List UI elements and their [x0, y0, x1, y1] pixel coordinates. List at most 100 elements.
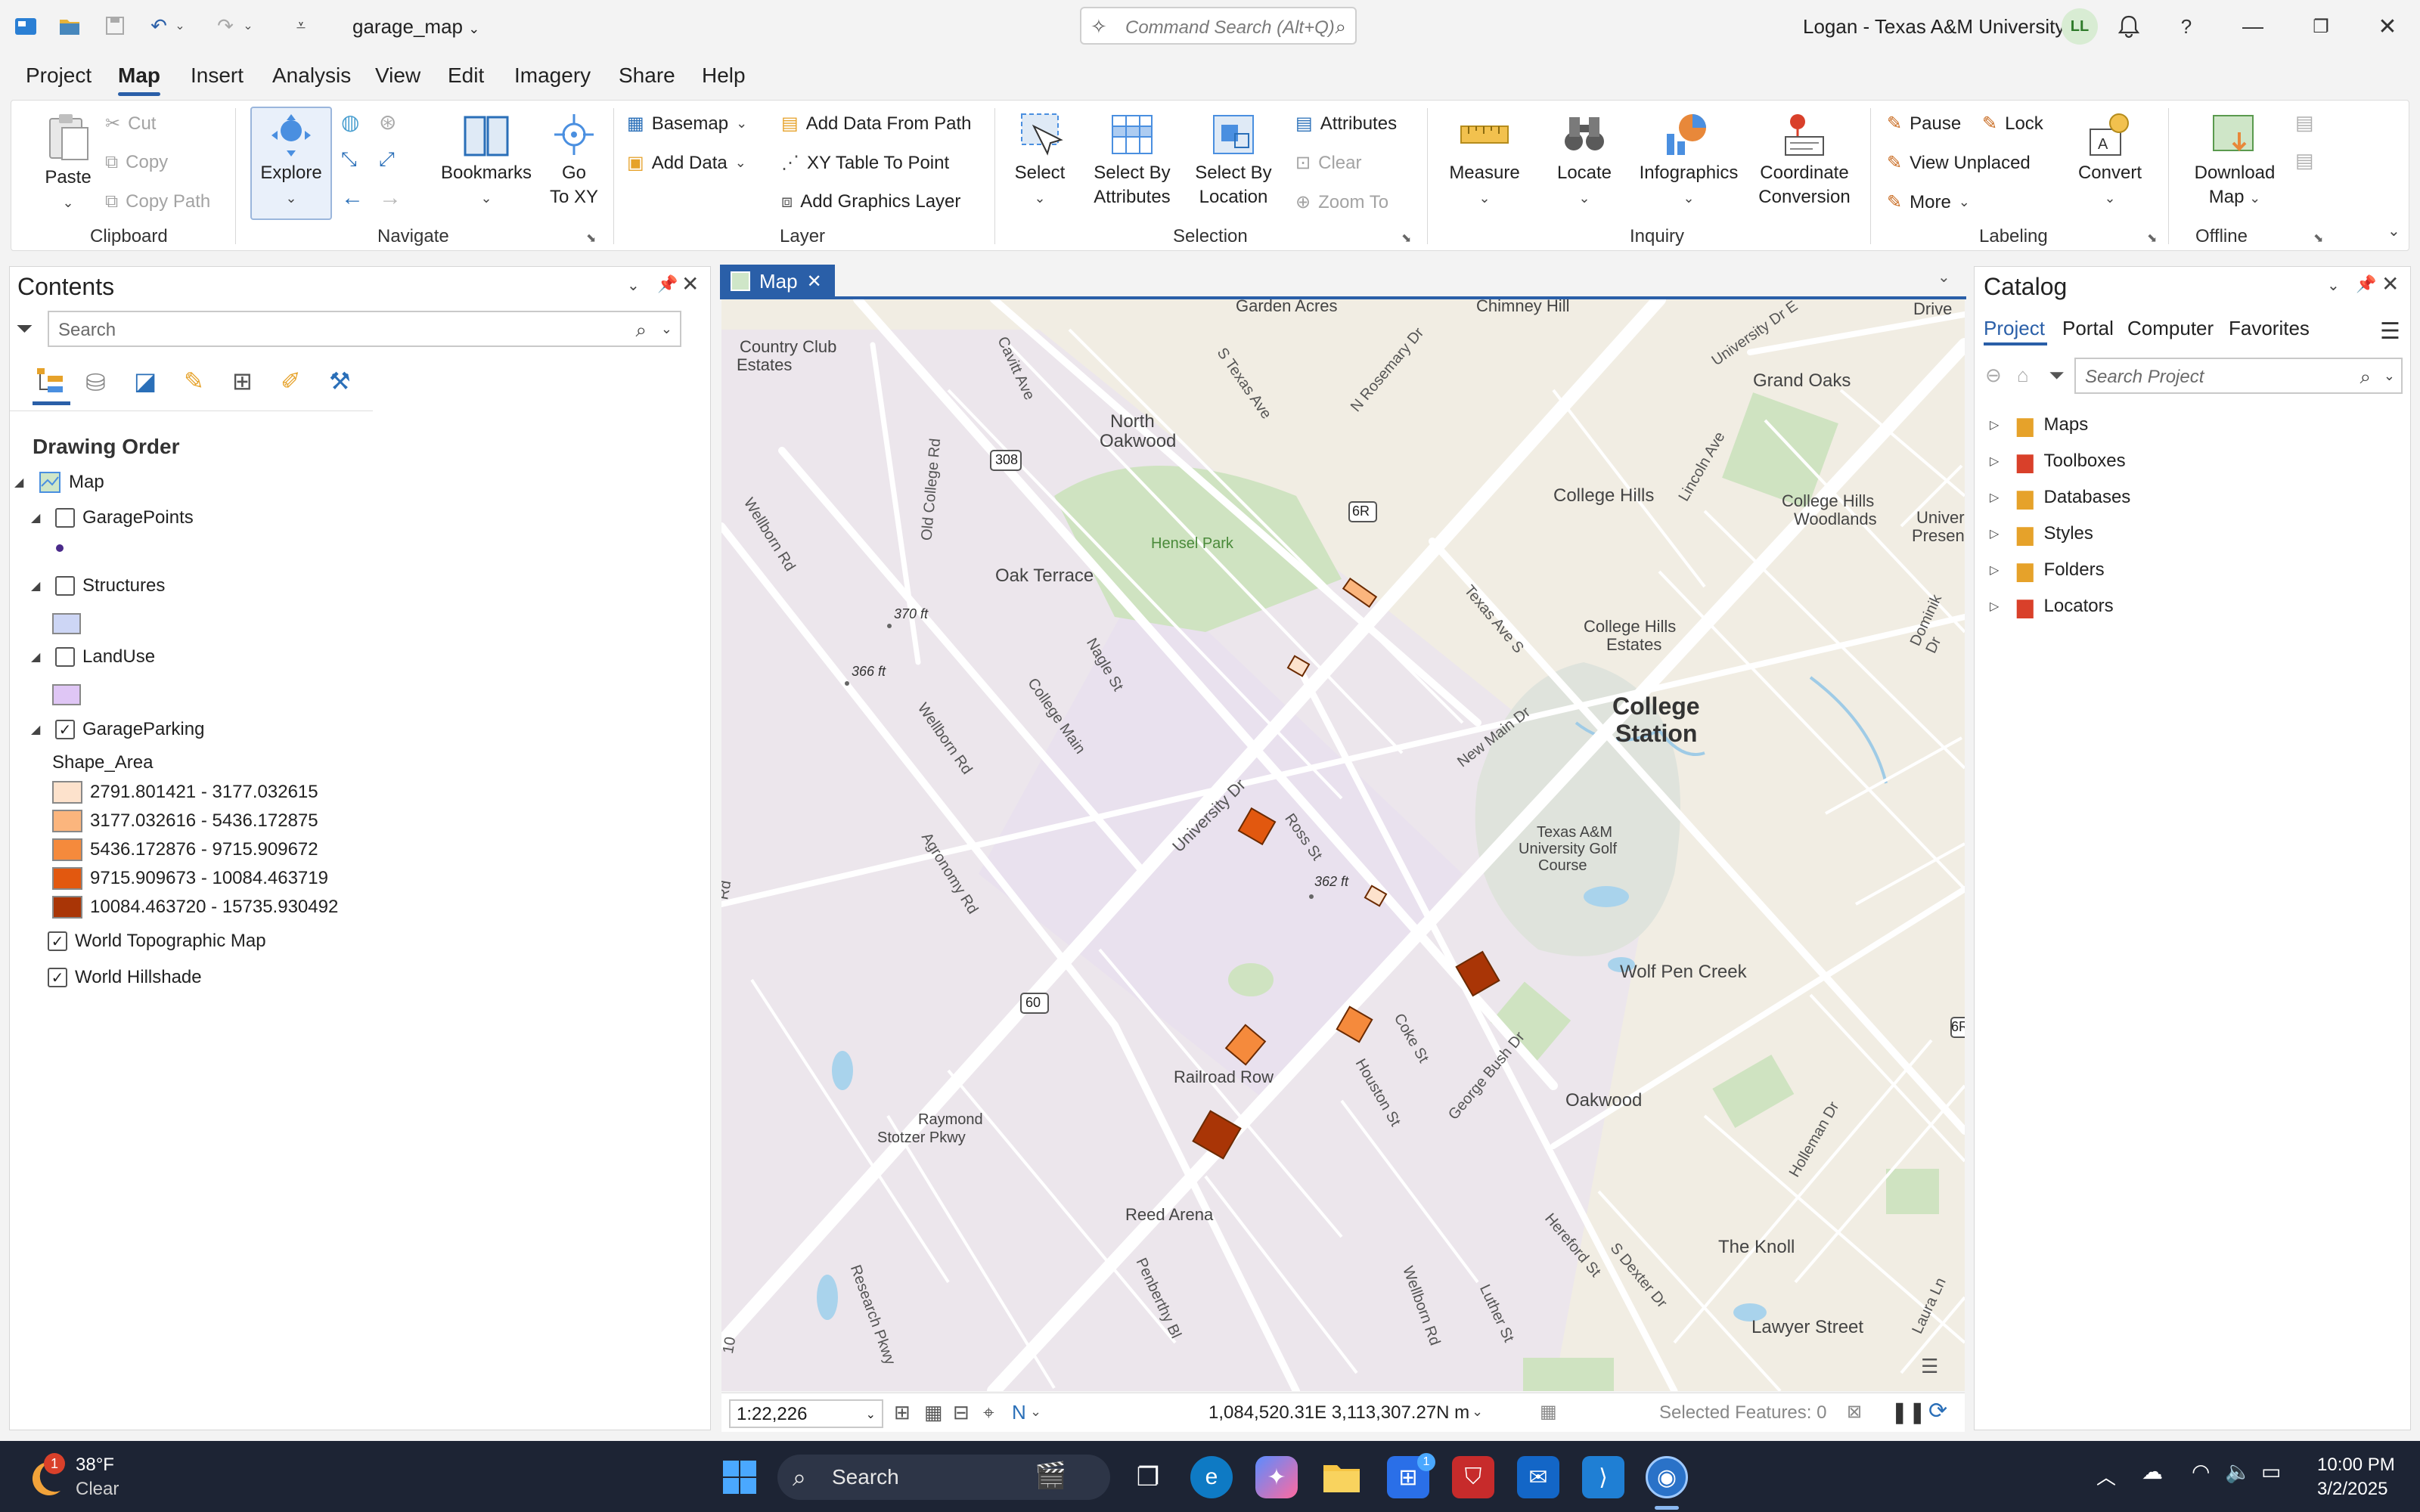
north-dropdown-icon[interactable]: ⌄	[1030, 1404, 1041, 1420]
tab-edit[interactable]: Edit	[448, 64, 484, 88]
measure-grid-icon[interactable]: ⊟	[953, 1401, 970, 1424]
north-arrow-icon[interactable]: N	[1012, 1401, 1026, 1424]
zoom-in-fixed-icon[interactable]: ⤡	[341, 147, 357, 172]
volume-icon[interactable]: 🔈	[2225, 1459, 2251, 1484]
list-by-snapping-icon[interactable]: ⊞	[232, 367, 253, 395]
expand-icon[interactable]: ▷	[1990, 562, 2006, 578]
catalog-tab-favorites[interactable]: Favorites	[2229, 317, 2310, 340]
close-tab-icon[interactable]: ✕	[807, 271, 822, 293]
list-by-editing-icon[interactable]: ✎	[184, 367, 204, 395]
restore-icon[interactable]: ❐	[2304, 9, 2338, 44]
expand-icon[interactable]: ▷	[1990, 490, 2006, 505]
undo-dropdown-icon[interactable]: ⌄	[172, 11, 188, 41]
expand-icon[interactable]: ◢	[31, 510, 48, 525]
selection-launcher-icon[interactable]: ⬊	[1401, 231, 1411, 246]
download-map-button[interactable]: Download Map ⌄	[2182, 111, 2288, 210]
select-by-location-button[interactable]: Select By Location	[1188, 111, 1279, 209]
copy-path-button[interactable]: ⧉ Copy Path	[105, 191, 210, 212]
tab-help[interactable]: Help	[702, 64, 746, 88]
catalog-menu-icon[interactable]: ☰	[2380, 318, 2400, 345]
cut-button[interactable]: ✂ Cut	[105, 113, 156, 135]
pause-drawing-icon[interactable]: ❚❚	[1891, 1399, 1926, 1424]
user-name[interactable]: Logan - Texas A&M University	[1803, 15, 2065, 39]
layer-visibility-checkbox[interactable]: ✓	[55, 720, 75, 739]
layer-world-topographic[interactable]: ✓ World Topographic Map	[48, 931, 266, 952]
view-unplaced-button[interactable]: ✎ View Unplaced	[1887, 152, 2031, 174]
customize-toolbar-icon[interactable]: ⩡	[286, 11, 316, 41]
layer-visibility-checkbox[interactable]: ✓	[48, 931, 67, 951]
fixed-zoom-icon[interactable]: ⊛	[379, 110, 396, 135]
clock-date[interactable]: 3/2/2025	[2317, 1479, 2387, 1500]
close-pane-icon[interactable]: ✕	[681, 271, 699, 296]
next-extent-icon[interactable]: →	[379, 185, 402, 211]
catalog-item-locators[interactable]: ▷ ▆ Locators	[1990, 593, 2114, 618]
layer-structures[interactable]: ◢ Structures	[31, 575, 165, 596]
task-view-icon[interactable]: ❐	[1127, 1456, 1169, 1498]
help-icon[interactable]: ?	[2169, 9, 2204, 44]
bell-icon[interactable]	[2111, 9, 2146, 44]
clear-selection-button[interactable]: ⊡ Clear	[1295, 152, 1361, 174]
list-by-selection-icon[interactable]: ◪	[134, 367, 157, 395]
list-by-drawing-order-icon[interactable]	[34, 365, 66, 397]
scale-selector[interactable]: 1:22,226 ⌄	[729, 1399, 883, 1428]
locate-button[interactable]: Locate ⌄	[1547, 111, 1622, 210]
table-icon[interactable]: ▦	[924, 1401, 943, 1424]
pane-options-icon[interactable]: ⌄	[2327, 276, 2340, 295]
catalog-tab-computer[interactable]: Computer	[2127, 317, 2214, 340]
taskbar-search[interactable]: ⌕ Search 🎬	[777, 1455, 1110, 1500]
weather-temp[interactable]: 38°F	[76, 1455, 114, 1476]
mcafee-icon[interactable]: ⛉	[1452, 1456, 1494, 1498]
map-overview-icon[interactable]: ☰	[1921, 1355, 1954, 1379]
filter-icon[interactable]: ⏷	[2049, 364, 2065, 388]
tab-list-icon[interactable]: ⌄	[1938, 268, 1950, 287]
outlook-icon[interactable]: ✉	[1517, 1456, 1559, 1498]
zoom-out-fixed-icon[interactable]: ⤢	[379, 147, 395, 172]
bookmarks-button[interactable]: Bookmarks ⌄	[439, 111, 533, 210]
catalog-item-toolboxes[interactable]: ▷ ▆ Toolboxes	[1990, 448, 2126, 473]
measure-button[interactable]: Measure ⌄	[1442, 111, 1527, 210]
project-name[interactable]: garage_map ⌄	[352, 15, 479, 39]
close-pane-icon[interactable]: ✕	[2381, 271, 2399, 296]
back-icon[interactable]: ⊖	[1985, 364, 2002, 387]
avatar[interactable]: LL	[2062, 8, 2098, 45]
lock-labeling-button[interactable]: ✎ Lock	[1982, 113, 2043, 135]
tab-analysis[interactable]: Analysis	[272, 64, 351, 88]
contents-search-input[interactable]: Search ⌕ ⌄	[48, 311, 681, 347]
expand-icon[interactable]: ◢	[31, 578, 48, 593]
command-search[interactable]: ✧ Command Search (Alt+Q) ⌕	[1080, 7, 1357, 45]
list-by-labeling-icon[interactable]: ✐	[281, 367, 301, 395]
catalog-item-databases[interactable]: ▷ ▆ Databases	[1990, 485, 2130, 510]
more-labeling-button[interactable]: ✎ More ⌄	[1887, 191, 1970, 213]
pin-icon[interactable]: 📌	[657, 274, 678, 294]
pane-options-icon[interactable]: ⌄	[627, 276, 640, 295]
vscode-icon[interactable]: ⟩	[1582, 1456, 1624, 1498]
tab-imagery[interactable]: Imagery	[514, 64, 591, 88]
catalog-tab-portal[interactable]: Portal	[2062, 317, 2114, 340]
full-extent-icon[interactable]: ◍	[341, 110, 359, 135]
go-to-xy-button[interactable]: Go To XY	[538, 111, 610, 209]
layer-world-hillshade[interactable]: ✓ World Hillshade	[48, 967, 202, 988]
catalog-search-input[interactable]: Search Project ⌕ ⌄	[2074, 358, 2403, 394]
catalog-tab-project[interactable]: Project	[1984, 317, 2045, 340]
catalog-item-folders[interactable]: ▷ ▆ Folders	[1990, 557, 2105, 582]
expand-icon[interactable]: ▷	[1990, 417, 2006, 432]
wifi-icon[interactable]: ◠	[2192, 1459, 2210, 1484]
layer-visibility-checkbox[interactable]	[55, 576, 75, 596]
map-canvas[interactable]: Garden Acres Chimney Hill Drive Country …	[721, 299, 1965, 1391]
redo-icon[interactable]: ↷	[210, 11, 240, 41]
edge-icon[interactable]: e	[1190, 1456, 1233, 1498]
expand-icon[interactable]: ◢	[31, 649, 48, 665]
close-window-icon[interactable]: ✕	[2370, 9, 2405, 44]
expand-icon[interactable]: ◢	[31, 722, 48, 737]
list-by-perspective-icon[interactable]: ⚒	[329, 367, 351, 395]
start-icon[interactable]	[718, 1456, 761, 1498]
map-view-tab[interactable]: Map ✕	[720, 265, 835, 298]
attributes-button[interactable]: ▤ Attributes	[1295, 113, 1397, 135]
paste-button[interactable]: Paste ⌄	[34, 111, 102, 215]
catalog-item-maps[interactable]: ▷ ▆ Maps	[1990, 412, 2088, 437]
tab-map[interactable]: Map	[118, 64, 160, 88]
layer-garagepoints[interactable]: ◢ GaragePoints	[31, 507, 194, 528]
redo-dropdown-icon[interactable]: ⌄	[240, 11, 256, 41]
previous-extent-icon[interactable]: ←	[341, 185, 364, 211]
xy-table-to-point-button[interactable]: ⋰ XY Table To Point	[781, 152, 949, 174]
